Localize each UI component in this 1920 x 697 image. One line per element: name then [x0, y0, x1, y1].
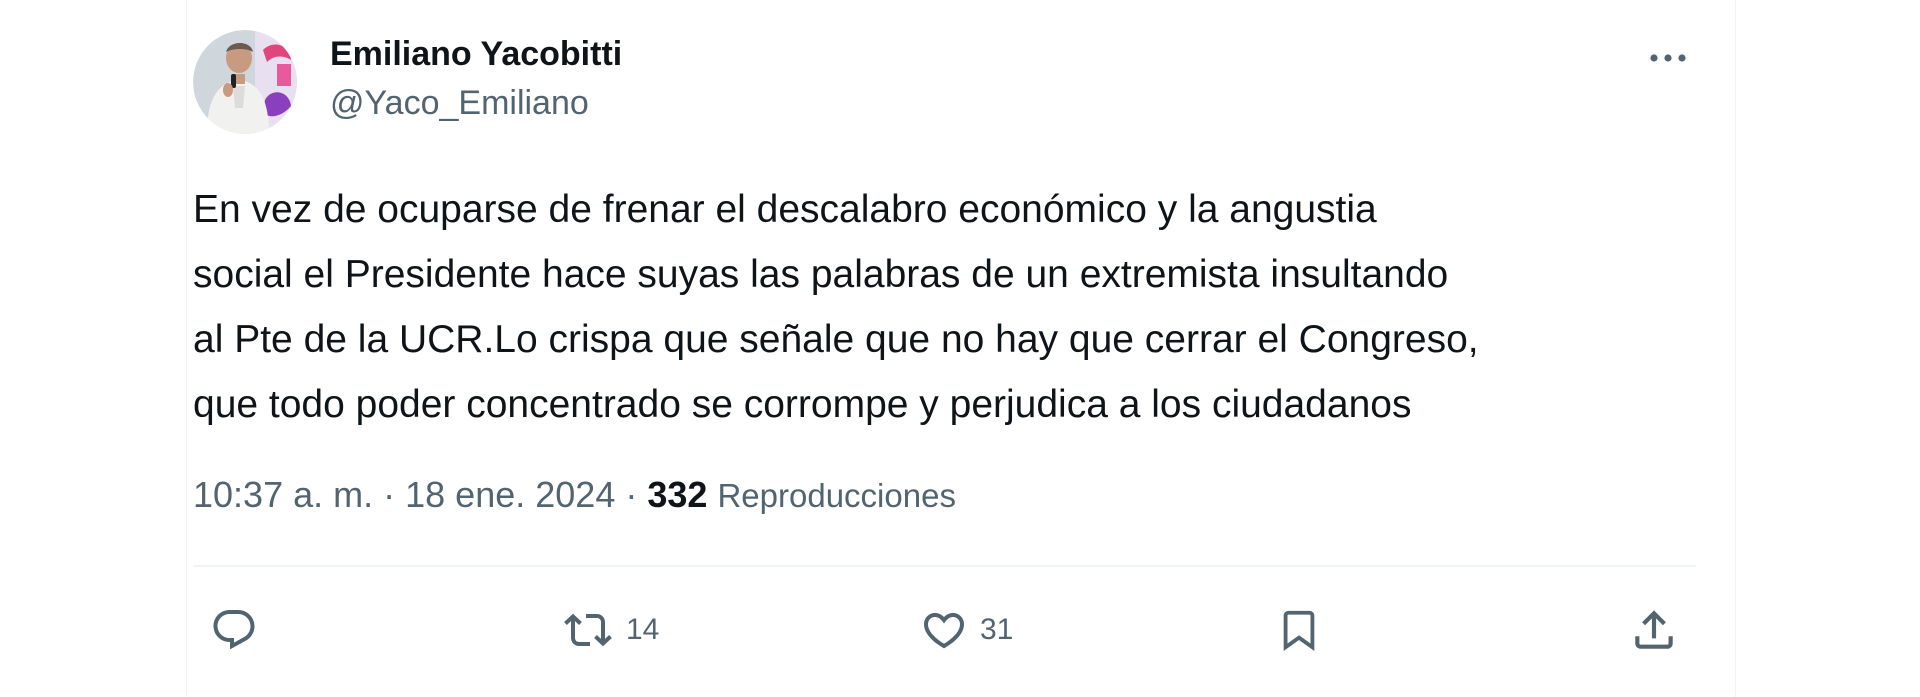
- author-display-name[interactable]: Emiliano Yacobitti: [330, 30, 622, 78]
- reply-icon: [213, 610, 255, 650]
- author-handle[interactable]: @Yaco_Emiliano: [330, 78, 622, 128]
- divider: [193, 565, 1696, 567]
- views-label: Reproducciones: [717, 477, 956, 514]
- share-icon: [1635, 610, 1673, 649]
- tweet-meta: 10:37 a. m. · 18 ene. 2024 · 332 Reprodu…: [193, 470, 956, 521]
- author-block: Emiliano Yacobitti @Yaco_Emiliano: [330, 30, 622, 128]
- heart-icon: [923, 613, 965, 649]
- tweet-text-line: social el Presidente hace suyas las pala…: [193, 253, 1449, 296]
- retweet-count: 14: [626, 613, 660, 646]
- avatar-photo-icon: [193, 30, 297, 134]
- retweet-button[interactable]: 14: [560, 595, 659, 665]
- tweet-text-line: al Pte de la UCR.Lo crispa que señale qu…: [193, 318, 1479, 361]
- reply-button[interactable]: [208, 595, 260, 665]
- like-count: 31: [980, 613, 1014, 646]
- tweet-time[interactable]: 10:37 a. m.: [193, 474, 373, 515]
- bookmark-icon: [1283, 610, 1315, 651]
- tweet-text-line: En vez de ocuparse de frenar el descalab…: [193, 188, 1377, 231]
- tweet-text: En vez de ocuparse de frenar el descalab…: [193, 177, 1693, 437]
- action-bar: 14 31: [0, 595, 1920, 665]
- share-button[interactable]: [1628, 595, 1680, 665]
- like-button[interactable]: 31: [918, 595, 1013, 665]
- page-background: Emiliano Yacobitti @Yaco_Emiliano En vez…: [0, 0, 1920, 697]
- retweet-icon: [564, 613, 612, 647]
- meta-separator: ·: [383, 474, 396, 515]
- tweet-date[interactable]: 18 ene. 2024: [405, 474, 615, 515]
- tweet-text-line: que todo poder concentrado se corrompe y…: [193, 383, 1412, 426]
- meta-separator: ·: [625, 474, 638, 515]
- views-count: 332: [647, 474, 708, 515]
- bookmark-button[interactable]: [1276, 595, 1322, 665]
- more-options-button[interactable]: [1640, 38, 1696, 78]
- avatar[interactable]: [193, 30, 297, 134]
- more-dots-icon: [1650, 54, 1686, 62]
